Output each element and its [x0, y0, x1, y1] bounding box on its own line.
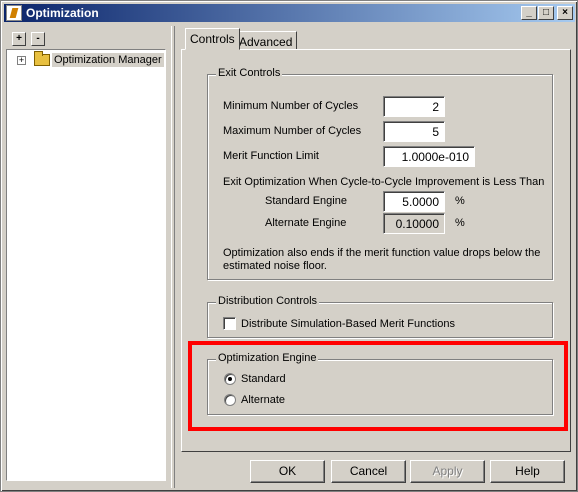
title-bar[interactable]: Optimization _ □ ×	[4, 4, 575, 22]
collapse-all-button[interactable]: -	[31, 32, 45, 46]
app-icon	[6, 5, 22, 21]
distribute-merit-label[interactable]: Distribute Simulation-Based Merit Functi…	[241, 318, 455, 330]
standard-percent-label: %	[455, 195, 465, 207]
minimize-button[interactable]: _	[521, 6, 537, 20]
improvement-label: Exit Optimization When Cycle-to-Cycle Im…	[223, 176, 545, 188]
standard-engine-label: Standard Engine	[265, 195, 347, 207]
pane-splitter[interactable]	[171, 26, 175, 488]
standard-engine-input[interactable]: 5.0000	[383, 191, 445, 212]
maximize-button[interactable]: □	[538, 6, 554, 20]
tab-controls[interactable]: Controls	[185, 28, 240, 50]
merit-limit-label: Merit Function Limit	[223, 150, 319, 162]
optimization-window: Optimization _ □ × + - + Optimization Ma…	[0, 0, 578, 492]
alternate-engine-input: 0.10000	[383, 213, 445, 234]
noise-floor-note-line1: Optimization also ends if the merit func…	[223, 247, 541, 259]
alternate-engine-label: Alternate Engine	[265, 217, 347, 229]
close-button[interactable]: ×	[557, 6, 573, 20]
help-button[interactable]: Help	[490, 460, 565, 483]
max-cycles-input[interactable]: 5	[383, 121, 445, 142]
alternate-percent-label: %	[455, 217, 465, 229]
window-title: Optimization	[26, 6, 99, 20]
merit-limit-input[interactable]: 1.0000e-010	[383, 146, 475, 167]
ok-button[interactable]: OK	[250, 460, 325, 483]
distribution-controls-title: Distribution Controls	[216, 295, 320, 307]
min-cycles-label: Minimum Number of Cycles	[223, 100, 359, 112]
max-cycles-label: Maximum Number of Cycles	[223, 125, 362, 137]
tree-pane[interactable]	[6, 49, 166, 481]
highlight-box	[188, 341, 568, 431]
folder-icon	[34, 51, 50, 66]
noise-floor-note-line2: estimated noise floor.	[223, 260, 327, 272]
min-cycles-input[interactable]: 2	[383, 96, 445, 117]
cancel-button[interactable]: Cancel	[331, 460, 406, 483]
distribute-merit-checkbox[interactable]	[223, 317, 236, 330]
expand-all-button[interactable]: +	[12, 32, 26, 46]
tab-advanced[interactable]: Advanced	[234, 31, 298, 51]
exit-controls-title: Exit Controls	[216, 67, 283, 79]
tree-expander-icon[interactable]: +	[17, 56, 26, 65]
tree-item-optimization-manager[interactable]: Optimization Manager	[52, 53, 164, 67]
apply-button: Apply	[410, 460, 485, 483]
